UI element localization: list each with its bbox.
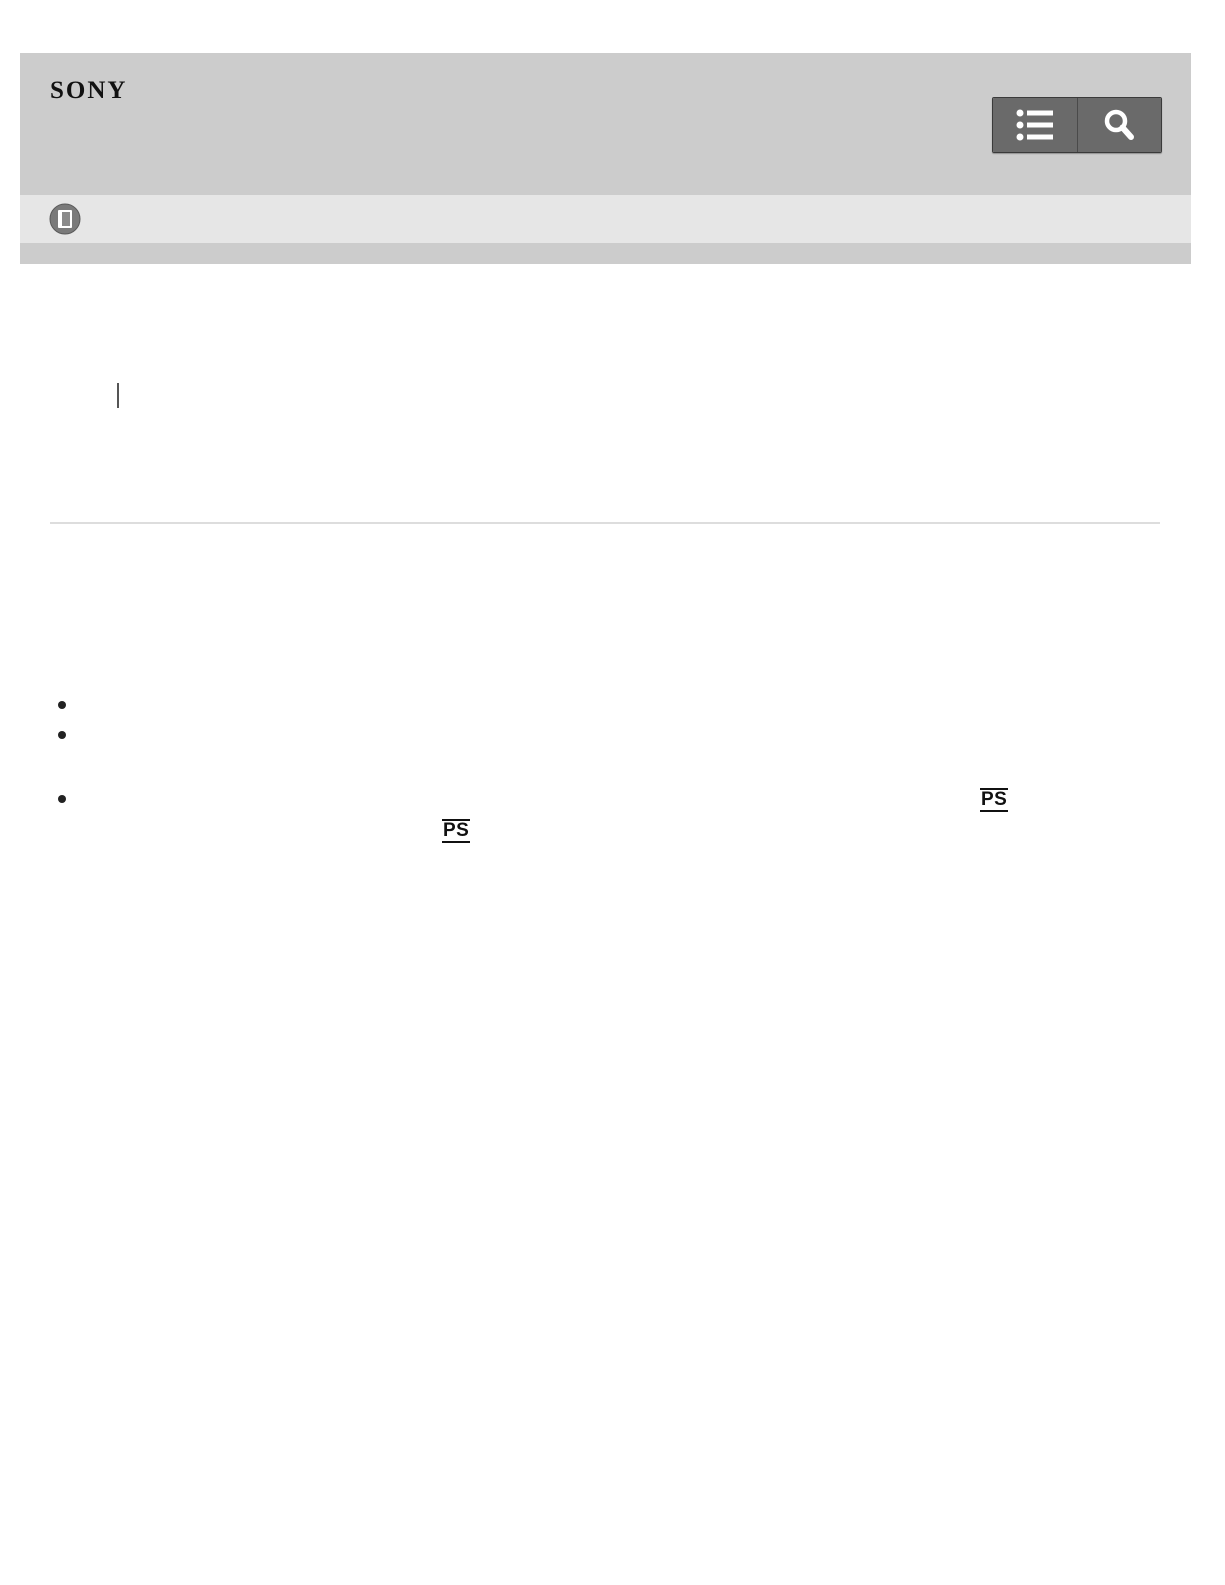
search-button[interactable] <box>1076 98 1161 152</box>
section-divider <box>50 522 1160 524</box>
table-of-contents-button[interactable] <box>993 98 1077 152</box>
sony-logo[interactable]: SONY <box>50 77 127 105</box>
list-icon <box>1016 109 1053 141</box>
header-bottom-strip <box>20 243 1191 264</box>
list-bullet-1 <box>58 701 66 709</box>
list-bullet-2 <box>58 731 66 739</box>
search-icon <box>1105 109 1135 140</box>
help-guide-book-icon[interactable] <box>49 203 81 235</box>
list-bullet-3 <box>58 795 66 803</box>
ps-mark-icon: PS <box>980 788 1009 812</box>
header-button-group <box>992 97 1162 153</box>
page-header: SONY <box>20 53 1191 195</box>
ps-mark-icon: PS <box>442 819 471 843</box>
breadcrumb-separator <box>117 383 119 408</box>
help-guide-bar <box>20 195 1191 243</box>
